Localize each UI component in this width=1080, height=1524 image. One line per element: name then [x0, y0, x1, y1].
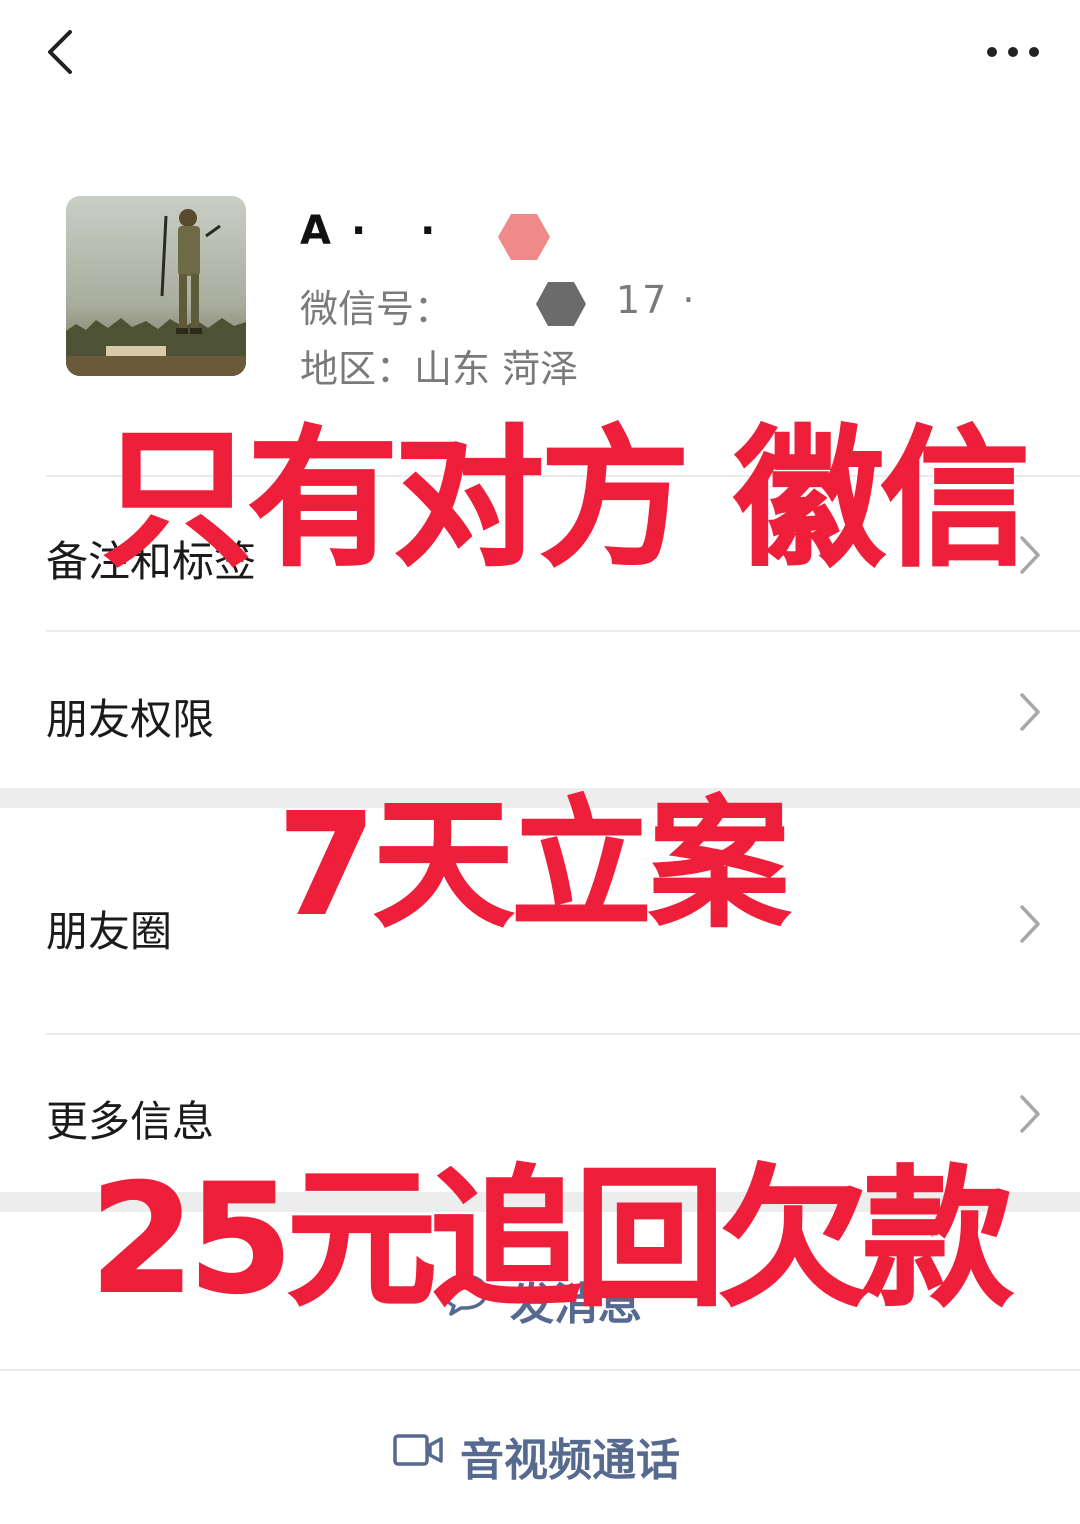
chevron-right-icon — [1020, 693, 1040, 731]
divider — [46, 630, 1080, 632]
promo-line-2: 7天立案 — [277, 783, 790, 948]
chevron-right-icon — [1020, 905, 1040, 943]
wechat-id-value: 17 · — [616, 278, 697, 322]
profile-name: A· · — [300, 208, 456, 254]
avatar-photo — [66, 196, 246, 376]
wechat-id-label: 微信号： — [300, 287, 453, 331]
menu-item-label: 朋友圈 — [46, 907, 173, 956]
gray-mosaic-icon — [536, 282, 586, 326]
back-button[interactable] — [30, 22, 90, 82]
chevron-right-icon — [1020, 1095, 1040, 1133]
wechat-id-row: 微信号： 17 · — [300, 278, 720, 331]
more-dots-icon — [987, 47, 1039, 57]
promo-line-1: 只有对方 徽信 — [101, 412, 1031, 588]
pink-mosaic-icon — [498, 214, 550, 260]
divider — [46, 1033, 1080, 1035]
menu-item-label: 朋友权限 — [46, 695, 215, 744]
av-call-label: 音视频通话 — [460, 1435, 680, 1486]
video-camera-icon — [393, 1434, 443, 1466]
avatar[interactable] — [66, 196, 246, 376]
promo-line-3: 25元追回欠款 — [89, 1152, 1014, 1328]
more-button[interactable] — [975, 30, 1050, 75]
chevron-left-icon — [48, 30, 72, 74]
profile-name-row: A· · — [300, 208, 600, 268]
